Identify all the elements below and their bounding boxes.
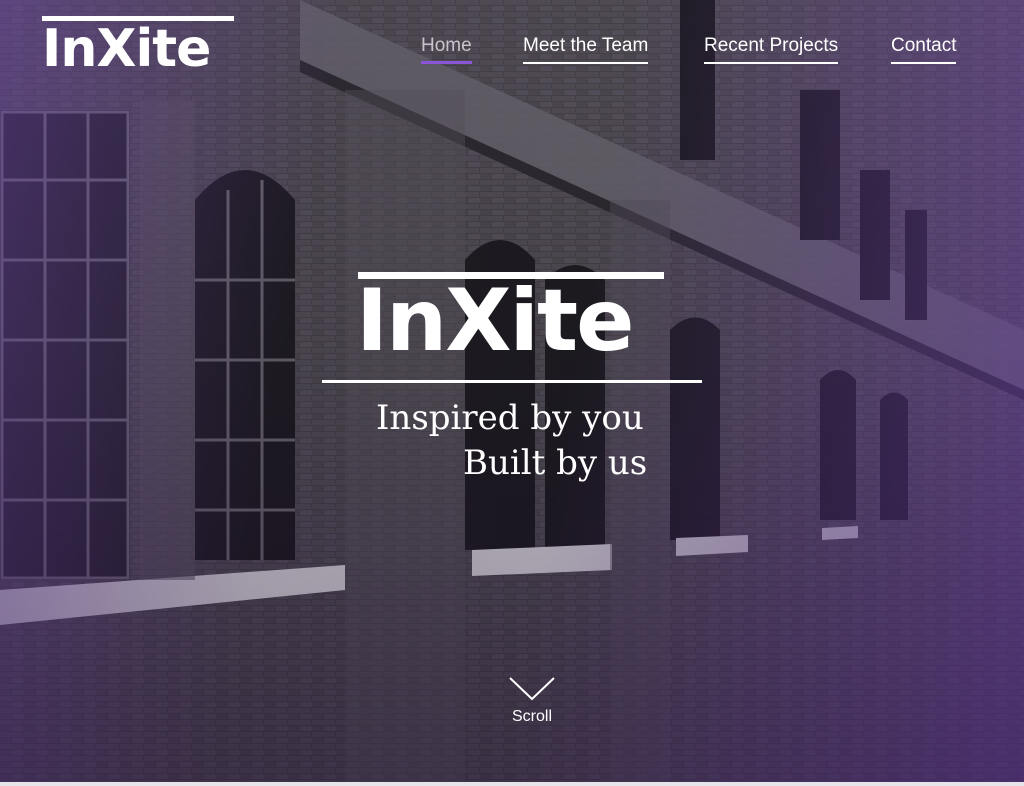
scroll-label: Scroll bbox=[511, 708, 552, 725]
nav-item-recent-projects[interactable]: Recent Projects bbox=[704, 34, 839, 64]
purple-gradient-overlay bbox=[0, 0, 1024, 782]
main-nav: Home Meet the Team Recent Projects Conta… bbox=[0, 34, 1024, 66]
tagline-line-1: Inspired by you bbox=[376, 398, 644, 438]
chevron-down-icon bbox=[509, 677, 555, 701]
hero-logo-underline bbox=[322, 380, 702, 383]
hero-logo: InXite bbox=[320, 272, 704, 386]
nav-item-home[interactable]: Home bbox=[421, 34, 472, 64]
hero-logo-text: InXite bbox=[356, 271, 634, 371]
hero-section: InXite Home Meet the Team Recent Project… bbox=[0, 0, 1024, 782]
nav-item-contact[interactable]: Contact bbox=[891, 34, 957, 64]
page-bottom-edge bbox=[0, 782, 1024, 786]
scroll-button[interactable]: Scroll bbox=[496, 676, 568, 740]
tagline-line-2: Built by us bbox=[463, 443, 648, 483]
nav-item-meet-the-team[interactable]: Meet the Team bbox=[523, 34, 649, 64]
